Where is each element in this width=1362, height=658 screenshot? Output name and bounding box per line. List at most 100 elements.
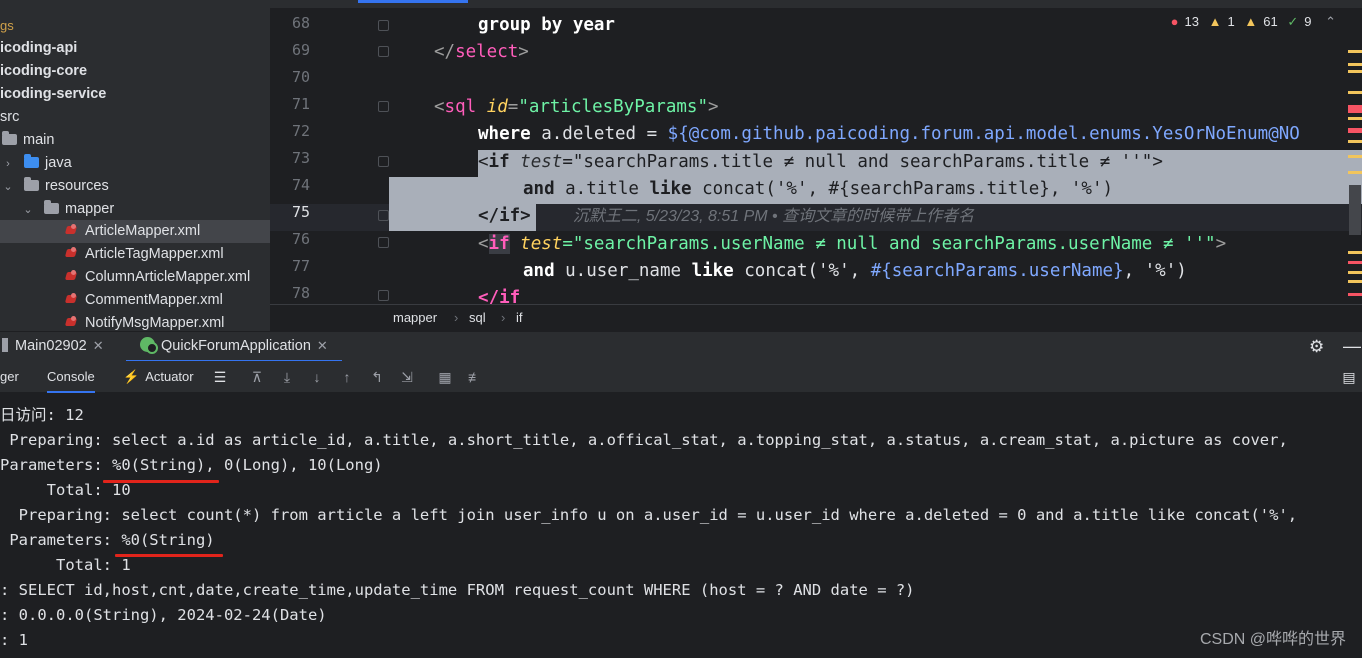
tree-item-column-article-mapper[interactable]: ColumnArticleMapper.xml: [0, 266, 270, 289]
code-line-76[interactable]: <if test="searchParams.userName ≠ null a…: [478, 231, 1226, 258]
tree-item-core-module[interactable]: icoding-core: [0, 60, 270, 83]
menu-icon[interactable]: ☰: [211, 368, 229, 386]
chevron-right-icon[interactable]: ›: [2, 153, 14, 176]
minimize-icon[interactable]: —: [1343, 336, 1361, 357]
fold-marker-icon[interactable]: [378, 290, 389, 301]
sql-text: concat('%',: [733, 261, 871, 281]
code-line-75[interactable]: </if> 沉默王二, 5/23/23, 8:51 PM • 查询文章的时候带上…: [478, 203, 974, 230]
tree-item-article-mapper[interactable]: ArticleMapper.xml: [0, 220, 270, 243]
line-number: 73: [291, 149, 310, 167]
tree-item-src[interactable]: src: [0, 106, 270, 129]
code-line-78[interactable]: </if: [478, 285, 520, 304]
line-number: 69: [291, 41, 310, 59]
run-tab-main02902[interactable]: Main02902 ✕: [0, 332, 104, 362]
tree-item-label: gs: [0, 18, 14, 33]
attribute-value: ="searchParams.userName ≠ null and searc…: [562, 234, 1216, 254]
close-icon[interactable]: ✕: [93, 338, 104, 353]
tab-console[interactable]: Console: [47, 361, 95, 393]
settings-icon[interactable]: ≢: [466, 368, 484, 386]
error-count: 13: [1184, 14, 1199, 29]
fold-marker-icon[interactable]: [378, 101, 389, 112]
mybatis-xml-icon: [64, 247, 79, 260]
run-tab-label: QuickForumApplication: [161, 338, 311, 354]
line-number: 76: [291, 230, 310, 248]
code-line-77[interactable]: and u.user_name like concat('%', #{searc…: [523, 258, 1187, 285]
xml-attribute: id: [486, 97, 508, 117]
code-line-69[interactable]: </select>: [434, 39, 529, 66]
evaluate-icon[interactable]: ⇲: [398, 368, 416, 386]
error-icon: ●: [1170, 14, 1179, 29]
step-into-icon[interactable]: ↓: [308, 368, 326, 386]
problems-widget[interactable]: ● 13 ▲ 1 ▲ 61 ✓ 9 ⌃: [1165, 14, 1336, 30]
chevron-up-icon[interactable]: ⌃: [1325, 14, 1336, 29]
attribute-value: ="searchParams.title ≠ null and searchPa…: [562, 152, 1153, 172]
fold-marker-icon[interactable]: [378, 237, 389, 248]
sql-text: a.title: [554, 179, 650, 199]
line-number: 70: [291, 68, 310, 86]
fold-marker-icon[interactable]: [378, 46, 389, 57]
scroll-marker: [1348, 261, 1362, 264]
step-out-icon[interactable]: ↑: [338, 368, 356, 386]
tree-item-gs[interactable]: gs: [0, 14, 270, 37]
code-line-74[interactable]: and a.title like concat('%', #{searchPar…: [523, 176, 1113, 203]
tree-item-label: icoding-core: [0, 63, 88, 79]
git-blame-hint[interactable]: 沉默王二, 5/23/23, 8:51 PM • 查询文章的时候带上作者名: [573, 208, 974, 225]
console-line: Preparing: select count(*) from article …: [0, 506, 1298, 524]
line-number: 72: [291, 122, 310, 140]
tree-item-java[interactable]: › java: [0, 152, 270, 175]
tree-item-mapper[interactable]: ⌄ mapper: [0, 198, 270, 221]
sql-keyword: group by year: [478, 15, 615, 35]
code-editor[interactable]: 68 69 70 71 72 73 74 75 76 77 78 group b…: [270, 0, 1362, 304]
typo-check-icon: ✓: [1287, 14, 1299, 29]
code-line-72[interactable]: where a.deleted = ${@com.github.paicodin…: [478, 121, 1300, 148]
run-to-cursor-icon[interactable]: ↰: [368, 368, 386, 386]
breadcrumb-item-mapper[interactable]: mapper: [393, 305, 437, 331]
sql-keyword: where: [478, 124, 531, 144]
tree-item-api-module[interactable]: icoding-api: [0, 37, 270, 60]
sql-keyword: like: [691, 261, 734, 281]
tree-item-comment-mapper[interactable]: CommentMapper.xml: [0, 289, 270, 312]
editor-tab-strip[interactable]: [270, 0, 1362, 8]
scroll-marker: [1348, 251, 1362, 254]
line-number: 78: [291, 284, 310, 302]
fold-marker-icon[interactable]: [378, 20, 389, 31]
tree-item-label: main: [23, 132, 55, 148]
fold-marker-icon[interactable]: [378, 210, 389, 221]
tab-actuator[interactable]: ⚡ Actuator: [123, 361, 194, 393]
attribute-value: "articlesByParams": [518, 97, 708, 117]
scroll-thumb[interactable]: [1349, 185, 1361, 235]
chevron-down-icon[interactable]: ⌄: [22, 199, 34, 222]
frames-icon[interactable]: ▦: [436, 368, 454, 386]
run-tab-quickforumapplication[interactable]: QuickForumApplication ✕: [126, 332, 342, 362]
editor-scrollbar[interactable]: [1346, 45, 1362, 304]
tag-bracket: <: [478, 152, 489, 172]
tree-item-label: icoding-service: [0, 86, 107, 102]
breadcrumb-item-if[interactable]: if: [516, 305, 523, 331]
code-line-73[interactable]: <if test="searchParams.title ≠ null and …: [478, 149, 1163, 176]
line-number: 68: [291, 14, 310, 32]
step-over-icon[interactable]: ⤓: [278, 368, 296, 386]
code-line-68[interactable]: group by year: [478, 12, 615, 39]
project-tree: gs icoding-api icoding-core icoding-serv…: [0, 0, 270, 331]
console-line: 日访问: 12: [0, 406, 84, 424]
close-icon[interactable]: ✕: [317, 338, 328, 353]
tree-item-article-tag-mapper[interactable]: ArticleTagMapper.xml: [0, 243, 270, 266]
fold-marker-icon[interactable]: [378, 156, 389, 167]
tree-item-resources[interactable]: ⌄ resources: [0, 175, 270, 198]
tree-item-main[interactable]: main: [0, 129, 270, 152]
chevron-down-icon[interactable]: ⌄: [2, 176, 14, 199]
gear-icon[interactable]: ⚙: [1309, 337, 1324, 357]
scroll-marker: [1348, 271, 1362, 274]
code-line-71[interactable]: <sql id="articlesByParams">: [434, 94, 719, 121]
breadcrumb-item-sql[interactable]: sql: [469, 305, 486, 331]
actuator-icon: ⚡: [123, 369, 140, 384]
tree-item-notify-msg-mapper[interactable]: NotifyMsgMapper.xml: [0, 312, 270, 331]
layout-icon[interactable]: ▤: [1340, 368, 1358, 386]
ognl-expression: #{searchParams.userName}: [870, 261, 1124, 281]
ognl-expression: ${@com.github.paicoding.forum.api.model.…: [667, 124, 1300, 144]
console-output[interactable]: 日访问: 12 Preparing: select a.id as articl…: [0, 393, 1362, 658]
restore-layout-icon[interactable]: ⊼: [248, 368, 266, 386]
xml-tag: select: [455, 42, 519, 62]
tab-debugger[interactable]: ger: [0, 361, 19, 393]
tree-item-service-module[interactable]: icoding-service: [0, 83, 270, 106]
